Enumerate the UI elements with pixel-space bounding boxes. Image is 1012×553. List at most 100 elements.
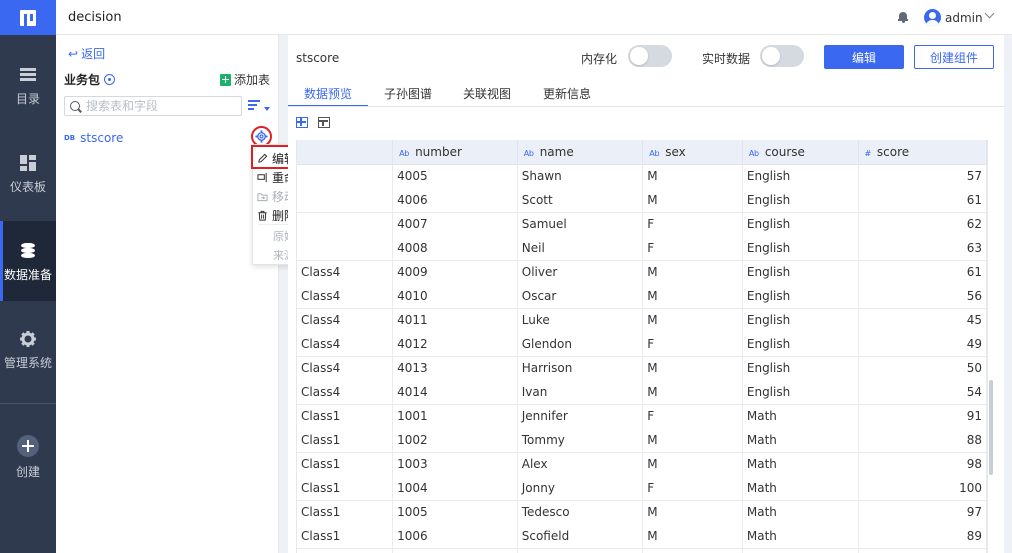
table-cell bbox=[297, 212, 394, 236]
table-cell: Tommy bbox=[517, 428, 644, 453]
table-cell: M bbox=[642, 524, 743, 549]
sort-filter-icon[interactable] bbox=[248, 99, 270, 113]
nav-item-dashboard[interactable]: 仪表板 bbox=[0, 133, 56, 213]
text-type-icon: Ab bbox=[523, 148, 534, 158]
column-header[interactable]: Ab name bbox=[517, 140, 644, 165]
table-name: stscore bbox=[296, 51, 340, 65]
table-row: Class4 4013 Harrison M English 50 bbox=[297, 356, 987, 380]
table-cell: M bbox=[642, 428, 743, 453]
table-cell: 4006 bbox=[392, 188, 518, 213]
table-cell: Luke bbox=[517, 308, 644, 332]
section-title: 业务包 bbox=[64, 71, 116, 88]
table-cell: 4005 bbox=[392, 164, 518, 188]
column-header[interactable]: Ab course bbox=[742, 140, 859, 165]
app-logo[interactable] bbox=[0, 0, 56, 35]
nav-item-data-prep[interactable]: 数据准备 bbox=[0, 221, 56, 301]
table-cell: 57 bbox=[858, 164, 987, 188]
table-cell: M bbox=[642, 308, 743, 332]
table-row: Class4 4012 Glendon F English 49 bbox=[297, 332, 987, 357]
table-cell: Class1 bbox=[297, 452, 394, 476]
table-row: Class11007 Math bbox=[297, 548, 987, 553]
table-cell: 61 bbox=[858, 260, 987, 284]
search-box[interactable] bbox=[64, 96, 242, 116]
gear-icon bbox=[255, 130, 268, 143]
table-row: Class1 1003 Alex M Math 98 bbox=[297, 452, 987, 476]
text-type-icon: Ab bbox=[649, 148, 660, 158]
tab-update-info[interactable]: 更新信息 bbox=[543, 77, 591, 107]
table-cell: Class4 bbox=[297, 380, 394, 405]
number-type-icon: # bbox=[864, 148, 872, 158]
tab-lineage[interactable]: 子孙图谱 bbox=[384, 77, 432, 107]
table-row: Class4 4011 Luke M English 45 bbox=[297, 308, 987, 332]
table-cell: M bbox=[642, 452, 743, 476]
left-nav: 目录 仪表板 数据准备 管理系统 创建 bbox=[0, 35, 56, 553]
column-header-label: name bbox=[539, 144, 574, 159]
column-header[interactable] bbox=[297, 140, 394, 165]
nav-item-catalog[interactable]: 目录 bbox=[0, 45, 56, 125]
search-input[interactable] bbox=[86, 99, 236, 113]
layout-view-icon[interactable] bbox=[318, 117, 330, 128]
table-cell bbox=[858, 548, 987, 553]
table-cell: Glendon bbox=[517, 332, 644, 357]
table-scrollbar[interactable] bbox=[989, 380, 993, 475]
table-cell: 4011 bbox=[392, 308, 518, 332]
table-cell: Jennifer bbox=[517, 404, 644, 428]
table-cell: 89 bbox=[858, 524, 987, 549]
table-row: 4008 Neil F English 63 bbox=[297, 236, 987, 261]
table-cell: Math bbox=[742, 452, 859, 476]
table-cell: M bbox=[642, 380, 743, 405]
table-cell: Math bbox=[742, 428, 859, 453]
nav-item-management[interactable]: 管理系统 bbox=[0, 309, 56, 389]
nav-label: 数据准备 bbox=[3, 268, 52, 282]
view-switcher bbox=[296, 117, 330, 128]
table-cell: 49 bbox=[858, 332, 987, 357]
nav-label: 创建 bbox=[15, 465, 40, 479]
table-cell: M bbox=[642, 284, 743, 309]
user-name[interactable]: admin bbox=[945, 11, 983, 25]
nav-label: 仪表板 bbox=[9, 180, 46, 194]
table-cell: Math bbox=[742, 548, 859, 553]
nav-item-create[interactable]: 创建 bbox=[0, 411, 56, 491]
add-table-button[interactable]: 添加表 bbox=[220, 71, 270, 88]
table-cell: F bbox=[642, 332, 743, 357]
table-row: Class1 1002 Tommy M Math 88 bbox=[297, 428, 987, 453]
logo-icon bbox=[20, 9, 36, 26]
table-cell: Oliver bbox=[517, 260, 644, 284]
package-settings-icon[interactable] bbox=[104, 74, 116, 85]
back-link[interactable]: ↩ 返回 bbox=[68, 45, 105, 62]
column-header-label: number bbox=[415, 144, 462, 159]
table-row: Class1 1006 Scofield M Math 89 bbox=[297, 524, 987, 549]
tree-item-stscore[interactable]: DB stscore bbox=[64, 131, 123, 145]
table-cell: M bbox=[642, 188, 743, 213]
trash-icon bbox=[258, 210, 267, 221]
column-header[interactable]: Ab sex bbox=[642, 140, 743, 165]
table-cell: 61 bbox=[858, 188, 987, 213]
table-cell: Math bbox=[742, 476, 859, 501]
tab-relation-view[interactable]: 关联视图 bbox=[463, 77, 511, 107]
table-cell: M bbox=[642, 260, 743, 284]
column-header[interactable]: Ab number bbox=[392, 140, 518, 165]
sort-caret-icon bbox=[264, 107, 270, 111]
table-cell: 4009 bbox=[392, 260, 518, 284]
main-content: stscore 内存化 实时数据 编辑 创建组件 数据预览 子孙图谱 关联视图 … bbox=[288, 35, 1004, 553]
notification-bell-icon[interactable] bbox=[898, 12, 908, 23]
cache-toggle[interactable] bbox=[628, 45, 672, 67]
table-cell: 45 bbox=[858, 308, 987, 332]
table-cell: Class1 bbox=[297, 428, 394, 453]
avatar[interactable] bbox=[924, 9, 941, 26]
column-header-label: score bbox=[876, 144, 910, 159]
table-cell: 4013 bbox=[392, 356, 518, 380]
table-cell: 1006 bbox=[392, 524, 518, 549]
grid-view-icon[interactable] bbox=[296, 117, 308, 128]
tab-data-preview[interactable]: 数据预览 bbox=[288, 77, 368, 107]
database-icon bbox=[20, 243, 36, 259]
realtime-toggle[interactable] bbox=[760, 45, 804, 67]
table-cell: Class1 bbox=[297, 524, 394, 549]
column-header[interactable]: # score bbox=[858, 140, 987, 165]
table-cell bbox=[642, 548, 743, 553]
top-bar: decision admin bbox=[0, 0, 1012, 35]
chevron-down-icon[interactable] bbox=[984, 8, 995, 19]
edit-button[interactable]: 编辑 bbox=[824, 45, 904, 69]
table-cell: F bbox=[642, 236, 743, 261]
create-component-button[interactable]: 创建组件 bbox=[914, 45, 994, 69]
